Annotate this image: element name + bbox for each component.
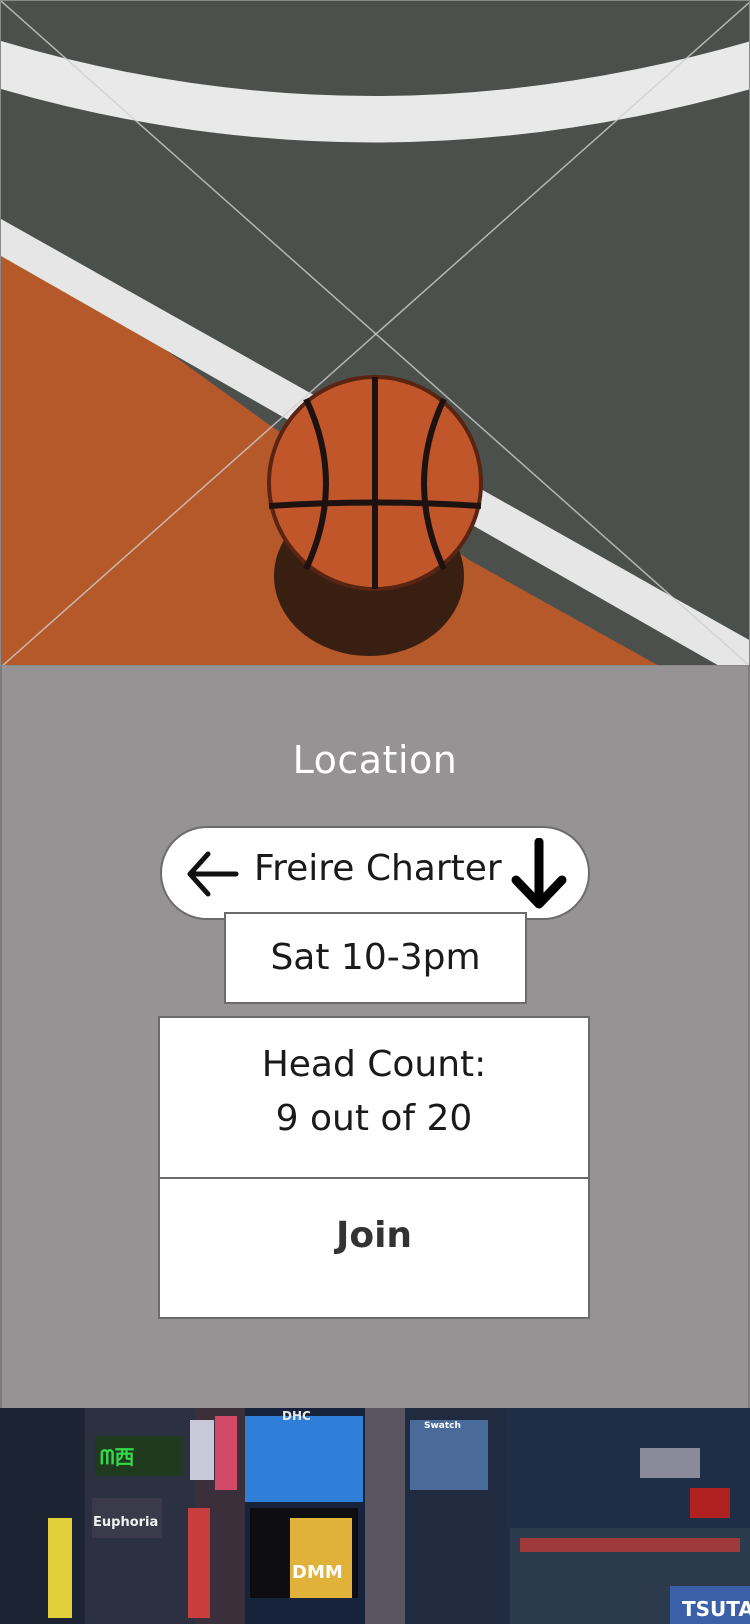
city-sign-tsuta: TSUTA [682,1597,750,1621]
head-count-box: Head Count: 9 out of 20 [158,1016,590,1179]
basketball-court-photo [1,1,749,665]
city-sign-dmm: DMM [292,1562,343,1583]
city-sign-swatch: Swatch [424,1421,461,1431]
city-sign-dhc: DHC [282,1409,311,1423]
location-selector[interactable]: Freire Charter [160,826,590,920]
location-title: Location [292,738,458,782]
city-sign-green: ᗰ西 [100,1445,134,1469]
head-count-value: 9 out of 20 [275,1098,473,1139]
arrow-left-icon[interactable] [184,846,240,902]
location-name: Freire Charter [254,848,502,889]
city-sign-euphoria: Euphoria [93,1515,158,1530]
hero-image [0,0,750,666]
join-button[interactable]: Join [158,1177,590,1319]
city-street-photo: ᗰ西 Euphoria DHC Swatch DMM TSUTA [0,1408,750,1624]
event-time: Sat 10-3pm [224,912,527,1004]
screen: Location Freire Charter Sat 10-3pm Head … [0,0,750,1624]
head-count-label: Head Count: [261,1044,487,1085]
arrow-down-icon[interactable] [508,838,570,912]
